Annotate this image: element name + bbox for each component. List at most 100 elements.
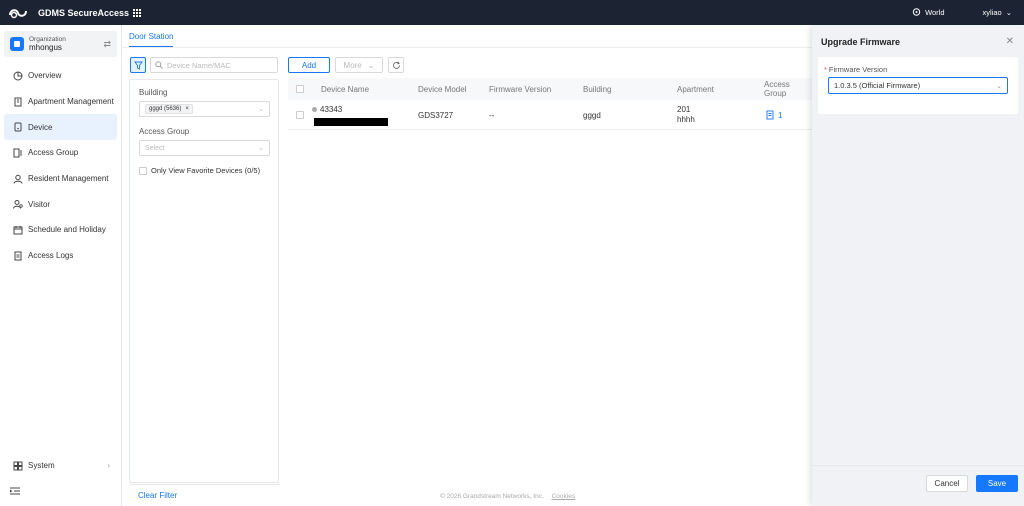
logs-icon (12, 250, 23, 261)
sidebar-item-access-logs[interactable]: Access Logs (4, 243, 117, 269)
sidebar-item-schedule-and-holiday[interactable]: Schedule and Holiday (4, 217, 117, 243)
organization-label: Organization (29, 36, 66, 43)
device-icon (12, 122, 23, 133)
apps-grid-icon[interactable] (133, 8, 142, 17)
sidebar-item-label: Overview (28, 71, 62, 81)
access-group-filter-label: Access Group (139, 127, 190, 136)
chevron-down-icon: ⌄ (258, 145, 264, 152)
column-device-model[interactable]: Device Model (418, 85, 466, 94)
access-group-icon (12, 147, 23, 158)
device-model: GDS3727 (418, 111, 454, 120)
save-button[interactable]: Save (976, 475, 1018, 492)
access-group-link[interactable]: 1 (766, 110, 782, 120)
building-icon (12, 96, 23, 107)
sidebar-item-label: Visitor (28, 199, 51, 209)
table-row[interactable]: 43343 GDS3727 -- gggd 201 hhhh 1 (288, 100, 812, 130)
redacted-mac (314, 118, 388, 126)
filter-panel: Building gggd (5636) × ⌄ Access Group Se… (129, 79, 279, 483)
top-bar: GDMS SecureAccess World xyliao ⌄ (0, 0, 1024, 25)
remove-tag-icon[interactable]: × (185, 106, 189, 112)
sidebar-item-access-group[interactable]: Access Group (4, 140, 117, 166)
chevron-down-icon[interactable]: ⌄ (1006, 8, 1012, 17)
firmware-version-select[interactable]: 1.0.3.5 (Official Firmware) ⌄ (828, 77, 1008, 94)
swap-icon[interactable]: ⇄ (103, 39, 111, 50)
visitor-icon (12, 199, 23, 210)
sidebar-item-label: Access Logs (28, 251, 74, 261)
column-firmware-version[interactable]: Firmware Version (489, 85, 551, 94)
checkbox-box[interactable] (139, 166, 147, 175)
collapse-menu-icon[interactable] (10, 487, 20, 497)
cookies-link[interactable]: Cookies (552, 493, 575, 500)
row-checkbox[interactable] (296, 111, 304, 119)
apartment-name: hhhh (677, 115, 695, 124)
building-tag: gggd (5636) × (145, 104, 193, 114)
column-apartment[interactable]: Apartment (677, 85, 714, 94)
chevron-down-icon: ⌄ (367, 60, 375, 70)
user-menu[interactable]: xyliao (983, 8, 1002, 17)
chevron-down-icon: ⌄ (258, 106, 264, 113)
add-button[interactable]: Add (288, 57, 330, 73)
firmware-version-label: * Firmware Version (824, 65, 888, 74)
sidebar-item-label: Schedule and Holiday (28, 225, 106, 235)
system-grid-icon (12, 460, 23, 471)
sidebar-item-overview[interactable]: Overview (4, 63, 117, 89)
search-input[interactable] (167, 60, 267, 70)
chevron-right-icon: › (107, 461, 110, 471)
select-all-checkbox[interactable] (296, 85, 304, 93)
overview-icon (12, 70, 23, 81)
grandstream-logo-icon[interactable] (8, 6, 28, 20)
more-button[interactable]: More ⌄ (335, 57, 383, 73)
device-status: 43343 (312, 105, 342, 114)
cancel-button[interactable]: Cancel (926, 475, 968, 492)
offline-status-dot (312, 107, 317, 112)
filter-icon (133, 61, 143, 70)
tab-door-station[interactable]: Door Station (129, 32, 174, 48)
footer: © 2026 Grandstream Networks, Inc. Cookie… (440, 493, 575, 500)
refresh-icon (392, 61, 400, 69)
sidebar-item-label: Apartment Management (28, 97, 114, 107)
building-filter-label: Building (139, 88, 168, 97)
organization-switcher[interactable]: Organization mhongus ⇄ (4, 31, 117, 57)
more-button-label: More (343, 60, 362, 70)
sidebar-item-apartment-management[interactable]: Apartment Management (4, 89, 117, 115)
sidebar-item-resident-management[interactable]: Resident Management (4, 166, 117, 192)
required-asterisk: * (824, 65, 827, 74)
column-access-group[interactable]: Access Group (764, 80, 812, 98)
firmware-version-value: 1.0.3.5 (Official Firmware) (834, 81, 921, 90)
chevron-down-icon: ⌄ (996, 82, 1002, 90)
device-search[interactable] (150, 57, 278, 73)
sidebar-item-device[interactable]: Device (4, 114, 117, 141)
building-select[interactable]: gggd (5636) × ⌄ (139, 101, 270, 117)
building-cell: gggd (583, 111, 601, 120)
resident-icon (12, 173, 23, 184)
sidebar-item-label: Resident Management (28, 174, 109, 184)
device-name[interactable]: 43343 (320, 105, 342, 114)
access-group-select[interactable]: Select ⌄ (139, 140, 270, 156)
sidebar-item-visitor[interactable]: Visitor (4, 191, 117, 217)
favorites-label: Only View Favorite Devices (0/5) (151, 166, 261, 175)
firmware-version: -- (489, 111, 495, 120)
column-device-name[interactable]: Device Name (321, 85, 369, 94)
access-group-count: 1 (778, 110, 783, 120)
upgrade-firmware-drawer: Upgrade Firmware ✕ * Firmware Version 1.0… (812, 25, 1024, 506)
favorites-checkbox[interactable]: Only View Favorite Devices (0/5) (139, 166, 260, 175)
sidebar-item-label: Access Group (28, 148, 79, 158)
copyright: © 2026 Grandstream Networks, Inc. (440, 493, 544, 500)
sidebar-item-system[interactable]: System › (4, 453, 118, 479)
sidebar-item-label: System (28, 461, 55, 471)
firmware-form: * Firmware Version 1.0.3.5 (Official Firm… (818, 57, 1018, 114)
organization-name: mhongus (29, 43, 62, 52)
close-icon[interactable]: ✕ (1006, 36, 1014, 47)
refresh-button[interactable] (388, 57, 404, 73)
main-content: Door Station Building gggd (5636) × ⌄ Ac… (122, 25, 812, 506)
region-selector[interactable]: World (925, 8, 944, 17)
search-icon (155, 61, 163, 69)
access-group-placeholder: Select (145, 144, 165, 152)
clear-filter-link[interactable]: Clear Filter (130, 484, 280, 506)
location-icon (912, 7, 921, 16)
app-title: GDMS SecureAccess (38, 7, 130, 18)
filter-toggle-button[interactable] (130, 57, 146, 73)
table-header: Device Name Device Model Firmware Versio… (288, 78, 812, 100)
building-tag-label: gggd (5636) (149, 106, 182, 112)
column-building[interactable]: Building (583, 85, 611, 94)
